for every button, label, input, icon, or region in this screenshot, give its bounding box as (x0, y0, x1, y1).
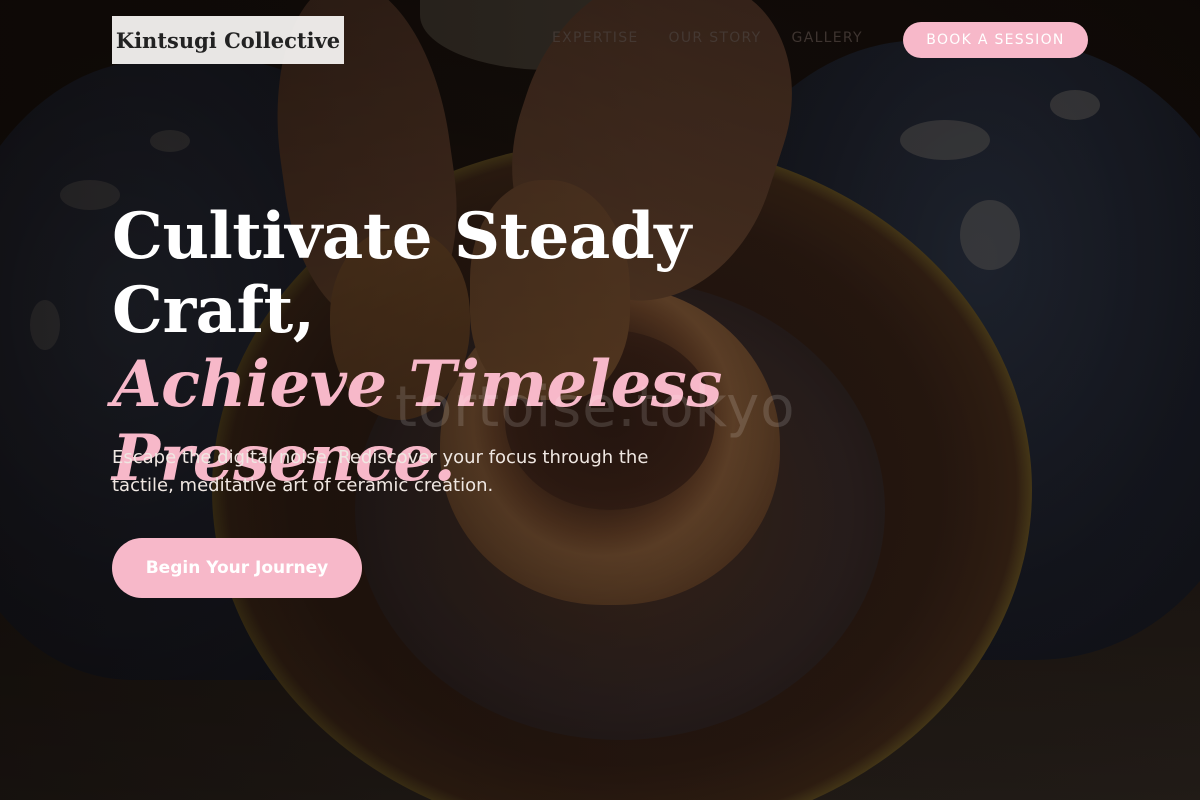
nav-link-our-story[interactable]: OUR STORY (669, 30, 762, 46)
watermark: tortoise.tokyo (395, 375, 796, 440)
brand-logo[interactable]: Kintsugi Collective (112, 16, 344, 64)
main-nav: EXPERTISE OUR STORY GALLERY (552, 30, 893, 46)
brand-name: Kintsugi Collective (115, 27, 341, 53)
hero-subtitle: Escape the digital noise. Rediscover you… (112, 447, 649, 496)
nav-link-expertise[interactable]: EXPERTISE (552, 30, 639, 46)
hero-title-line1: Cultivate Steady Craft, (112, 199, 691, 348)
begin-journey-button[interactable]: Begin Your Journey (112, 538, 362, 598)
nav-link-gallery[interactable]: GALLERY (792, 30, 863, 46)
book-session-button[interactable]: BOOK A SESSION (903, 22, 1088, 58)
